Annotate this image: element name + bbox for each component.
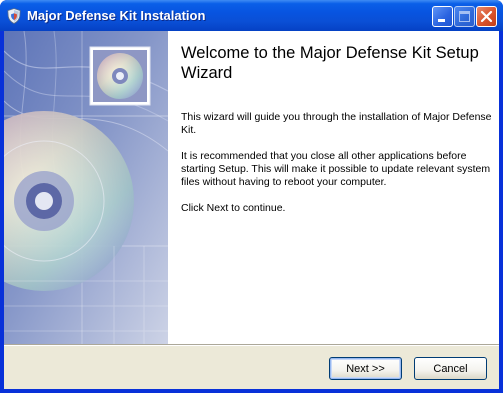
close-icon bbox=[480, 10, 493, 23]
banner-artwork bbox=[4, 31, 168, 344]
footer-divider bbox=[4, 344, 499, 346]
installer-window: Major Defense Kit Instalation Welcome to… bbox=[0, 0, 503, 393]
wizard-recommendation-text: It is recommended that you close all oth… bbox=[181, 150, 491, 188]
cancel-button[interactable]: Cancel bbox=[414, 357, 487, 380]
minimize-icon bbox=[438, 19, 445, 22]
wizard-heading: Welcome to the Major Defense Kit Setup W… bbox=[181, 44, 479, 82]
minimize-button[interactable] bbox=[432, 6, 453, 27]
maximize-button[interactable] bbox=[454, 6, 475, 27]
title-bar[interactable]: Major Defense Kit Instalation bbox=[0, 0, 503, 31]
close-button[interactable] bbox=[476, 6, 497, 27]
next-button[interactable]: Next >> bbox=[329, 357, 402, 380]
maximize-icon bbox=[459, 11, 470, 22]
wizard-intro-text: This wizard will guide you through the i… bbox=[181, 111, 492, 136]
wizard-body: Welcome to the Major Defense Kit Setup W… bbox=[4, 31, 499, 389]
shield-icon bbox=[7, 8, 21, 24]
window-title: Major Defense Kit Instalation bbox=[27, 8, 206, 23]
wizard-content: Welcome to the Major Defense Kit Setup W… bbox=[168, 31, 499, 344]
wizard-banner bbox=[4, 31, 168, 344]
cd-disc-icon bbox=[89, 46, 151, 106]
wizard-continue-text: Click Next to continue. bbox=[181, 202, 286, 214]
